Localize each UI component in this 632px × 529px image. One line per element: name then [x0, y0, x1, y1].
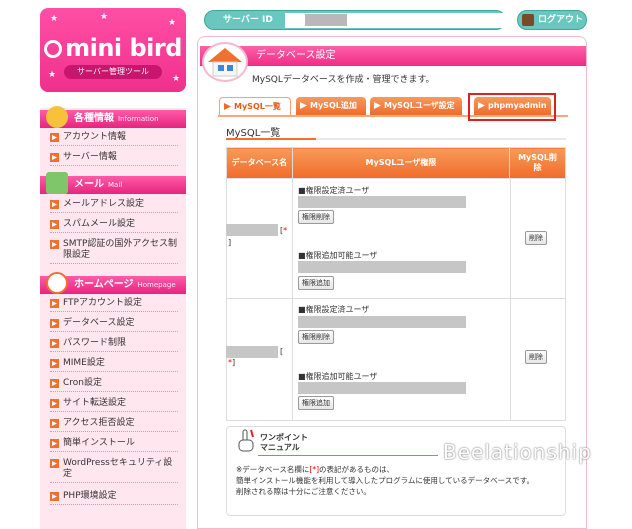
- tab-mysql-list[interactable]: MySQL一覧: [219, 97, 291, 116]
- sidebar-item-ftp[interactable]: FTPアカウント設定: [50, 298, 178, 312]
- watermark: Beelationship: [443, 440, 592, 464]
- add-permission-button[interactable]: 権限追加: [298, 276, 334, 290]
- server-id-value: [285, 13, 511, 28]
- sidebar-item-wp-security[interactable]: WordPressセキュリティ設定: [50, 458, 178, 483]
- redacted-user: [298, 382, 466, 394]
- onepoint-underline: [258, 455, 438, 456]
- onepoint-title: ワンポイント マニュアル: [260, 433, 308, 452]
- sidebar-item-database[interactable]: データベース設定: [50, 318, 178, 332]
- arrow-bullet-icon: [50, 319, 59, 328]
- db-suffix-close: ]: [228, 238, 232, 247]
- screen: ★ ★ ★ ★ ★ mini bird サーバー管理ツール 各種情報 Inform…: [0, 0, 632, 529]
- page-title: データベース設定: [200, 46, 586, 66]
- section-divider: [226, 138, 566, 140]
- mysql-table: データベース名 MySQLユーザ権限 MySQL削除: [226, 147, 566, 421]
- revoke-permission-button[interactable]: 権限削除: [298, 210, 334, 224]
- arrow-icon: [374, 102, 381, 109]
- minibird-logo[interactable]: ★ ★ ★ ★ ★ mini bird サーバー管理ツール: [40, 8, 186, 92]
- door-icon: [522, 14, 534, 26]
- header-delete: MySQL削除: [509, 147, 566, 179]
- mail-icon: [46, 172, 68, 194]
- db-suffix: [*: [280, 226, 288, 235]
- arrow-bullet-icon: [50, 339, 59, 348]
- star-icon: ★: [172, 74, 181, 84]
- logout-button[interactable]: ログアウト: [517, 10, 587, 30]
- phpmyadmin-highlight-box: [468, 93, 556, 121]
- brand-subtitle: サーバー管理ツール: [64, 65, 162, 79]
- arrow-bullet-icon: [50, 299, 59, 308]
- arrow-bullet-icon: [50, 379, 59, 388]
- arrow-bullet-icon: [50, 200, 59, 209]
- revoke-permission-button[interactable]: 権限削除: [298, 330, 334, 344]
- page-description: MySQLデータベースを作成・管理できます。: [252, 75, 435, 85]
- sidebar-item-account[interactable]: アカウント情報: [50, 132, 178, 146]
- redacted-db-name: [226, 224, 278, 236]
- house-icon-graphic: [208, 48, 242, 77]
- server-id-bar: サーバー ID: [204, 10, 511, 30]
- pointing-hand-icon: [238, 429, 254, 452]
- delete-db-button[interactable]: 削除: [525, 350, 547, 364]
- column-divider: [510, 178, 511, 420]
- arrow-bullet-icon: [50, 419, 59, 428]
- sidebar-section-homepage: ホームページ Homepage: [40, 272, 186, 294]
- arrow-icon: [300, 102, 307, 109]
- arrow-bullet-icon: [50, 133, 59, 142]
- onepoint-note: ※データベース名欄に[*]の表記があるものは、 簡単インストール機能を利用して導…: [236, 465, 535, 496]
- redacted-user: [298, 316, 466, 328]
- sidebar-section-mail: メール Mail: [40, 172, 186, 194]
- star-icon: ★: [100, 12, 109, 22]
- server-id-label: サーバー ID: [223, 15, 273, 25]
- column-divider: [292, 178, 293, 420]
- sidebar-item-smtp[interactable]: SMTP認証の国外アクセス制限設定: [50, 239, 178, 264]
- tab-mysql-user[interactable]: MySQLユーザ設定: [370, 97, 462, 115]
- house-icon: [202, 42, 248, 82]
- permission-set-label: ■権限設定済ユーザ: [298, 186, 370, 195]
- homepage-icon: [46, 272, 68, 294]
- arrow-bullet-icon: [50, 439, 59, 448]
- arrow-bullet-icon: [50, 220, 59, 229]
- sidebar-item-spam[interactable]: スパムメール設定: [50, 219, 178, 233]
- star-icon: ★: [48, 70, 57, 80]
- redacted-value: [305, 14, 347, 26]
- sidebar-item-server[interactable]: サーバー情報: [50, 152, 178, 166]
- section-title: MySQL一覧: [226, 128, 281, 139]
- redacted-db-name: [226, 346, 278, 358]
- arrow-bullet-icon: [50, 459, 59, 468]
- arrow-bullet-icon: [50, 399, 59, 408]
- duck-icon: [46, 106, 68, 128]
- redacted-user: [298, 196, 466, 208]
- header-db-name: データベース名: [226, 147, 293, 179]
- tab-mysql-add[interactable]: MySQL追加: [296, 97, 366, 115]
- sidebar-item-php[interactable]: PHP環境設定: [50, 491, 178, 505]
- sidebar-item-mime[interactable]: MIME設定: [50, 358, 178, 372]
- permission-set-label: ■権限設定済ユーザ: [298, 305, 370, 314]
- arrow-bullet-icon: [50, 359, 59, 368]
- arrow-bullet-icon: [50, 492, 59, 501]
- sidebar-section-information: 各種情報 Information: [40, 106, 186, 128]
- logo-ring-icon: [44, 40, 63, 58]
- redacted-user: [298, 261, 466, 273]
- permission-add-label: ■権限追加可能ユーザ: [298, 251, 378, 260]
- star-icon: ★: [50, 14, 59, 24]
- permission-add-label: ■権限追加可能ユーザ: [298, 372, 378, 381]
- arrow-icon: [224, 103, 231, 110]
- sidebar-item-password[interactable]: パスワード制限: [50, 338, 178, 352]
- sidebar-item-easy-install[interactable]: 簡単インストール: [50, 438, 178, 452]
- add-permission-button[interactable]: 権限追加: [298, 396, 334, 410]
- sidebar-item-cron[interactable]: Cron設定: [50, 378, 178, 392]
- header-user-permission: MySQLユーザ権限: [291, 147, 511, 179]
- db-suffix-close: *]: [228, 358, 236, 367]
- sidebar-item-mail-address[interactable]: メールアドレス設定: [50, 199, 178, 213]
- arrow-bullet-icon: [50, 153, 59, 162]
- table-header-row: データベース名 MySQLユーザ権限 MySQL削除: [226, 147, 566, 179]
- brand-name: mini bird: [40, 34, 186, 62]
- sidebar-item-access-deny[interactable]: アクセス拒否設定: [50, 418, 178, 432]
- db-suffix: [: [280, 347, 284, 356]
- delete-db-button[interactable]: 削除: [525, 231, 547, 245]
- star-icon: ★: [168, 18, 177, 28]
- arrow-bullet-icon: [50, 240, 59, 249]
- sidebar-item-redirect[interactable]: サイト転送設定: [50, 398, 178, 412]
